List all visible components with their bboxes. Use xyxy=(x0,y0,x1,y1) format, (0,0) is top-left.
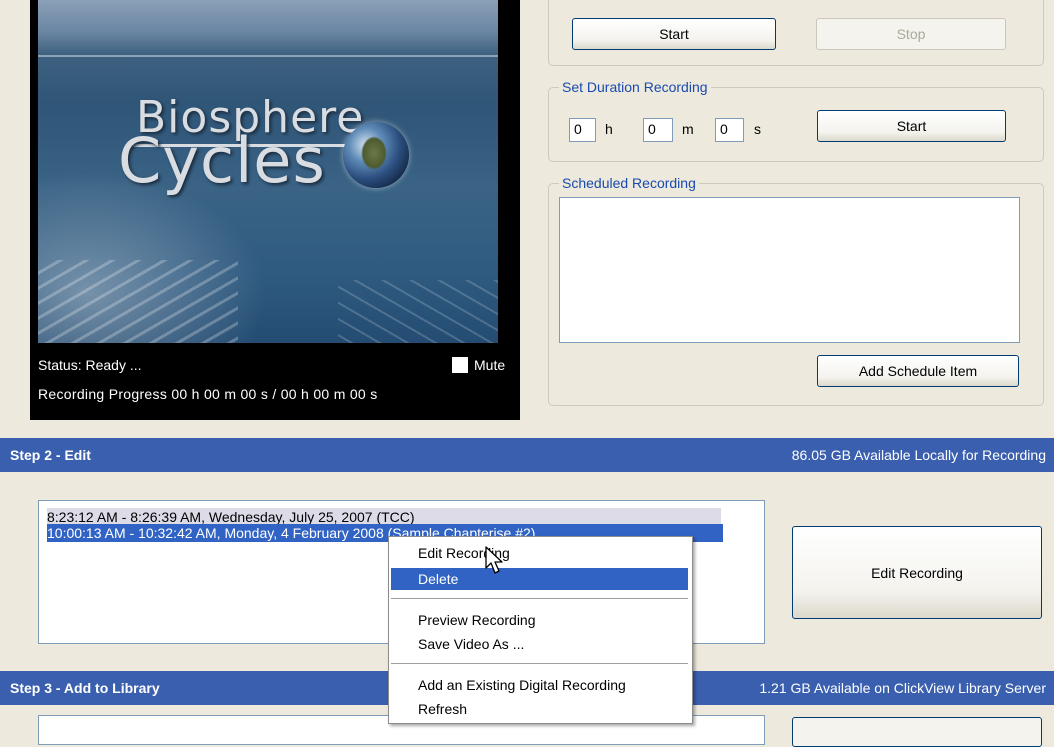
minutes-unit: m xyxy=(682,121,694,137)
step2-title: Step 2 - Edit xyxy=(10,447,91,463)
library-action-button[interactable] xyxy=(792,717,1042,747)
context-menu: Edit Recording Delete Preview Recording … xyxy=(388,536,693,724)
globe-icon xyxy=(343,122,409,188)
local-space-available: 86.05 GB Available Locally for Recording xyxy=(791,447,1046,463)
menu-separator xyxy=(391,598,688,599)
menu-item-add-existing-recording[interactable]: Add an Existing Digital Recording xyxy=(391,674,688,696)
menu-item-delete[interactable]: Delete xyxy=(391,568,688,590)
video-title-line2: Cycles xyxy=(118,124,326,197)
horizon-line xyxy=(38,55,498,57)
video-preview-panel: Biosphere Cycles Status: Ready ... Mute … xyxy=(30,0,520,420)
add-schedule-item-button[interactable]: Add Schedule Item xyxy=(817,355,1019,387)
duration-start-button[interactable]: Start xyxy=(817,110,1006,142)
start-recording-button[interactable]: Start xyxy=(572,18,776,50)
hours-field[interactable]: 0 xyxy=(569,118,596,142)
scheduled-group-title: Scheduled Recording xyxy=(559,175,699,191)
menu-item-refresh[interactable]: Refresh xyxy=(391,698,688,720)
menu-separator xyxy=(391,663,688,664)
menu-item-save-video-as[interactable]: Save Video As ... xyxy=(391,633,688,655)
seconds-unit: s xyxy=(754,121,761,137)
duration-group-title: Set Duration Recording xyxy=(559,79,711,95)
mouse-cursor-icon xyxy=(485,546,503,574)
recording-progress: Recording Progress 00 h 00 m 00 s / 00 h… xyxy=(38,386,378,402)
wave-foam xyxy=(38,260,238,343)
minutes-field[interactable]: 0 xyxy=(643,118,673,142)
library-space-available: 1.21 GB Available on ClickView Library S… xyxy=(759,680,1046,696)
menu-item-preview-recording[interactable]: Preview Recording xyxy=(391,609,688,631)
step3-title: Step 3 - Add to Library xyxy=(10,680,160,696)
menu-item-edit-recording[interactable]: Edit Recording xyxy=(391,542,688,564)
schedule-list[interactable] xyxy=(559,197,1020,343)
hours-unit: h xyxy=(605,121,613,137)
video-frame: Biosphere Cycles xyxy=(38,0,498,343)
mute-label: Mute xyxy=(474,357,506,373)
edit-recording-button[interactable]: Edit Recording xyxy=(792,526,1042,619)
step2-header: Step 2 - Edit 86.05 GB Available Locally… xyxy=(0,438,1054,472)
status-text: Status: Ready ... xyxy=(38,357,142,373)
stop-recording-button[interactable]: Stop xyxy=(816,18,1006,50)
mute-checkbox[interactable] xyxy=(452,357,468,373)
seconds-field[interactable]: 0 xyxy=(715,118,744,142)
wave-foam xyxy=(338,280,498,343)
